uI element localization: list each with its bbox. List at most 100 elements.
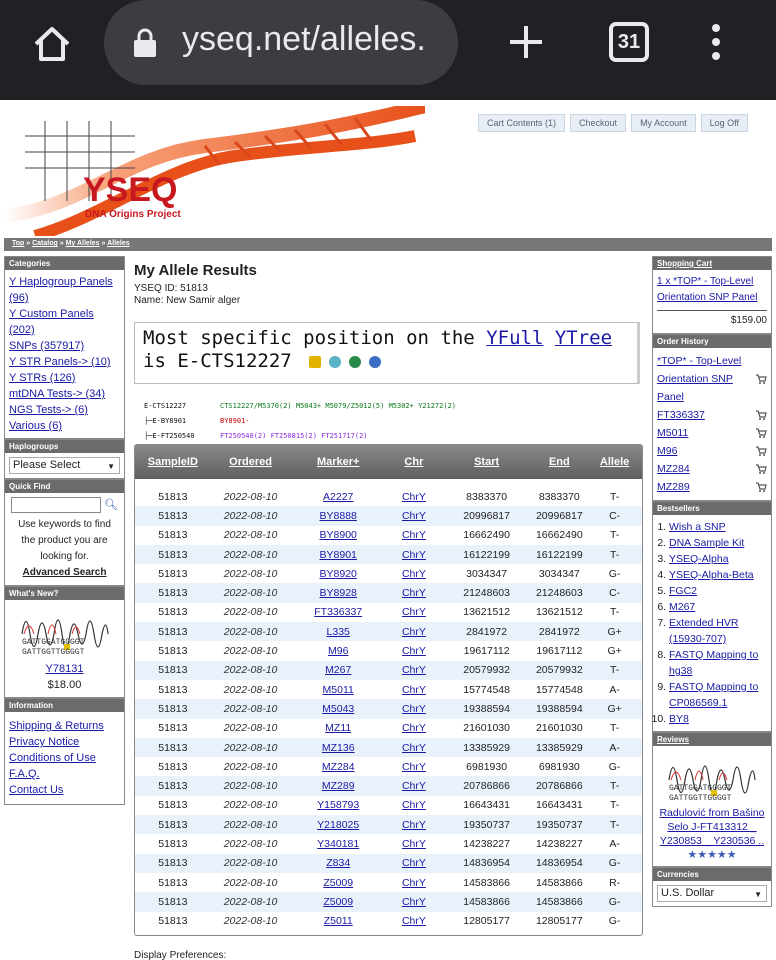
address-bar[interactable]: yseq.net/alleles. [104, 0, 458, 85]
tree-node[interactable]: ├─E-FT250540 [144, 429, 220, 444]
category-link[interactable]: Y STRs (126) [9, 372, 75, 384]
category-link[interactable]: Various (6) [9, 420, 62, 432]
search-icon[interactable]: 🔍︎ [104, 497, 118, 513]
add-to-cart-icon[interactable] [755, 427, 767, 439]
table-cell[interactable]: ChrY [386, 819, 442, 831]
info-link[interactable]: Privacy Notice [9, 736, 79, 748]
category-link[interactable]: SNPs (357917) [9, 340, 84, 352]
table-cell[interactable]: ChrY [386, 549, 442, 561]
table-cell[interactable]: ChrY [386, 896, 442, 908]
table-cell[interactable]: MZ136 [290, 742, 386, 754]
add-to-cart-icon[interactable] [755, 463, 767, 475]
column-header-marker[interactable]: Marker+ [290, 456, 386, 468]
bestseller-link[interactable]: YSEQ-Alpha [669, 553, 729, 565]
cart-item-link[interactable]: 1 x *TOP* - Top-Level Orientation SNP Pa… [657, 276, 757, 303]
add-to-cart-icon[interactable] [755, 481, 767, 493]
table-cell[interactable]: Y340181 [290, 838, 386, 850]
table-cell[interactable]: BY8928 [290, 587, 386, 599]
category-link[interactable]: Y Custom Panels (202) [9, 308, 94, 336]
order-history-link[interactable]: *TOP* - Top-Level Orientation SNP Panel [657, 352, 749, 406]
table-cell[interactable]: ChrY [386, 491, 442, 503]
bestseller-link[interactable]: Extended HVR (15930-707) [669, 617, 738, 645]
table-cell[interactable]: ChrY [386, 684, 442, 696]
add-to-cart-icon[interactable] [755, 409, 767, 421]
table-cell[interactable]: MZ11 [290, 722, 386, 734]
table-cell[interactable]: ChrY [386, 838, 442, 850]
bestseller-link[interactable]: Wish a SNP [669, 521, 726, 533]
order-history-link[interactable]: MZ289 [657, 478, 690, 496]
review-link[interactable]: Radulović from Bašino Selo J-FT413312 _ … [659, 807, 764, 847]
info-link[interactable]: Contact Us [9, 784, 63, 796]
tree-node[interactable]: E-CTS12227 [144, 399, 220, 414]
order-history-link[interactable]: M96 [657, 442, 677, 460]
order-history-link[interactable]: M5011 [657, 424, 688, 442]
add-to-cart-icon[interactable] [755, 445, 767, 457]
table-cell[interactable]: Z834 [290, 857, 386, 869]
column-header-allele[interactable]: Allele [587, 456, 642, 468]
column-header-sampleid[interactable]: SampleID [135, 456, 211, 468]
table-cell[interactable]: ChrY [386, 761, 442, 773]
review-chromatogram-image[interactable]: GATTGGATGGGGT GATTGGTTGGGGT [667, 750, 757, 803]
breadcrumb-catalog[interactable]: Catalog [32, 240, 58, 247]
info-link[interactable]: Conditions of Use [9, 752, 96, 764]
table-cell[interactable]: M5011 [290, 684, 386, 696]
table-cell[interactable]: MZ284 [290, 761, 386, 773]
table-cell[interactable]: ChrY [386, 780, 442, 792]
table-cell[interactable]: Y218025 [290, 819, 386, 831]
table-cell[interactable]: ChrY [386, 703, 442, 715]
cart-contents-button[interactable]: Cart Contents (1) [478, 114, 566, 132]
breadcrumb-alleles[interactable]: Alleles [107, 240, 130, 247]
table-cell[interactable]: BY8900 [290, 529, 386, 541]
table-cell[interactable]: ChrY [386, 742, 442, 754]
bestseller-link[interactable]: DNA Sample Kit [669, 537, 744, 549]
chromatogram-image[interactable]: GATTGGATGGGGT GATTGGTTGGGGT [20, 604, 110, 657]
category-link[interactable]: Y Haplogroup Panels (96) [9, 276, 113, 304]
category-link[interactable]: mtDNA Tests-> (34) [9, 388, 105, 400]
log-off-button[interactable]: Log Off [700, 114, 748, 132]
checkout-button[interactable]: Checkout [570, 114, 627, 132]
column-header-chr[interactable]: Chr [386, 456, 442, 468]
table-cell[interactable]: BY8920 [290, 568, 386, 580]
bestseller-link[interactable]: M267 [669, 601, 695, 613]
advanced-search-link[interactable]: Advanced Search [23, 567, 107, 578]
table-cell[interactable]: ChrY [386, 606, 442, 618]
category-link[interactable]: NGS Tests-> (6) [9, 404, 88, 416]
table-cell[interactable]: ChrY [386, 857, 442, 869]
info-link[interactable]: Shipping & Returns [9, 720, 104, 732]
quickfind-input[interactable] [11, 497, 101, 513]
table-cell[interactable]: ChrY [386, 915, 442, 927]
bestseller-link[interactable]: FASTQ Mapping to CP086569.1 [669, 681, 758, 709]
table-cell[interactable]: M96 [290, 645, 386, 657]
table-cell[interactable]: A2227 [290, 491, 386, 503]
dna-helix-logo[interactable]: YSEQ DNA Origins Project [5, 106, 425, 236]
my-account-button[interactable]: My Account [631, 114, 696, 132]
table-cell[interactable]: L335 [290, 626, 386, 638]
table-cell[interactable]: M267 [290, 664, 386, 676]
table-cell[interactable]: ChrY [386, 529, 442, 541]
table-cell[interactable]: Y158793 [290, 799, 386, 811]
table-cell[interactable]: ChrY [386, 799, 442, 811]
table-cell[interactable]: ChrY [386, 722, 442, 734]
bestseller-link[interactable]: FGC2 [669, 585, 697, 597]
column-header-ordered[interactable]: Ordered [211, 456, 291, 468]
table-cell[interactable]: BY8901 [290, 549, 386, 561]
table-cell[interactable]: BY8888 [290, 510, 386, 522]
bestseller-link[interactable]: FASTQ Mapping to hg38 [669, 649, 758, 677]
haplogroup-select[interactable]: Please Select ▼ [9, 457, 120, 474]
table-cell[interactable]: MZ289 [290, 780, 386, 792]
table-cell[interactable]: Z5009 [290, 896, 386, 908]
table-cell[interactable]: ChrY [386, 645, 442, 657]
yfull-icon[interactable] [309, 355, 322, 368]
breadcrumb-my-alleles[interactable]: My Alleles [66, 240, 100, 247]
table-cell[interactable]: ChrY [386, 510, 442, 522]
order-history-link[interactable]: FT336337 [657, 406, 705, 424]
globe-icon[interactable] [349, 355, 362, 368]
new-tab-icon[interactable] [506, 22, 546, 62]
tab-switcher-button[interactable]: 31 [609, 22, 649, 62]
order-history-link[interactable]: MZ284 [657, 460, 690, 478]
info-link[interactable]: F.A.Q. [9, 768, 40, 780]
home-icon[interactable] [30, 22, 74, 66]
category-link[interactable]: Y STR Panels-> (10) [9, 356, 111, 368]
table-cell[interactable]: FT336337 [290, 606, 386, 618]
table-cell[interactable]: M5043 [290, 703, 386, 715]
